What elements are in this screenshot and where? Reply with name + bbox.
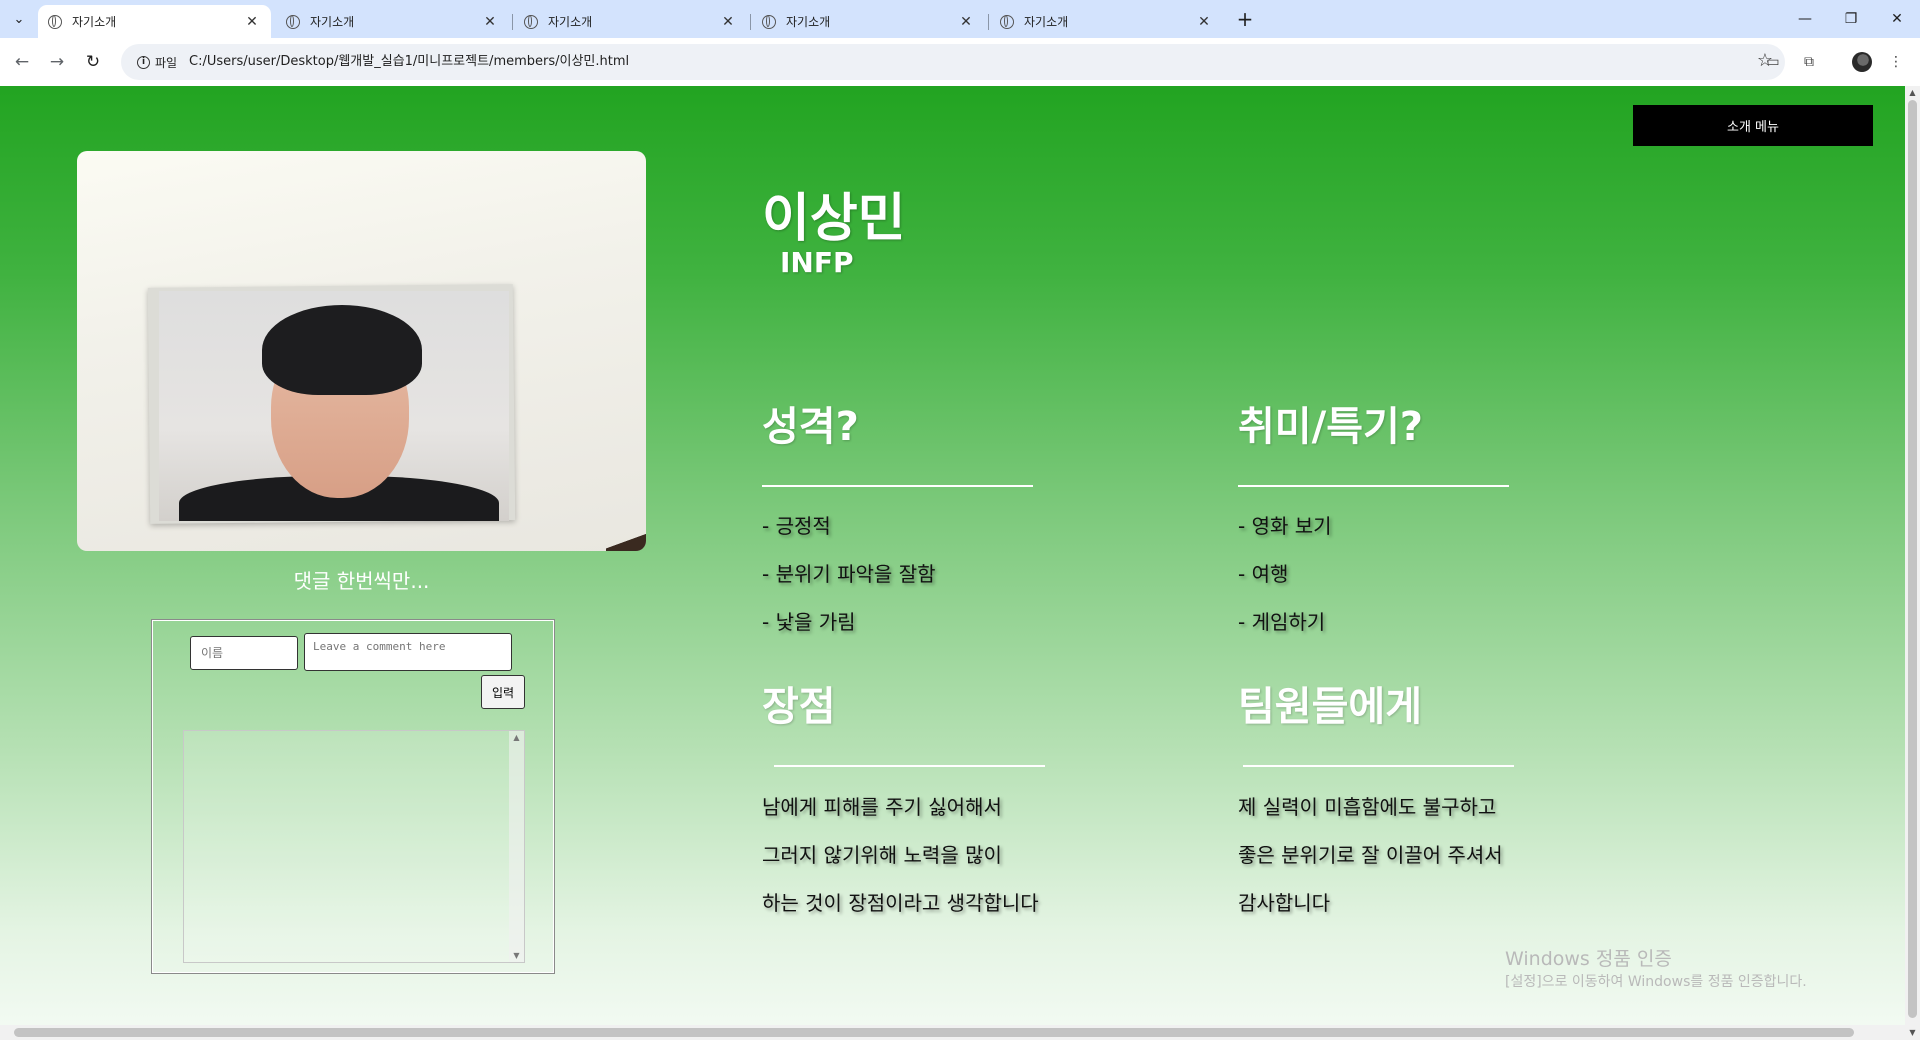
site-chip-label: 파일 bbox=[155, 55, 178, 70]
to-team-line: 감사합니다 bbox=[1238, 891, 1330, 915]
person-name: 이상민 bbox=[762, 189, 906, 249]
strengths-line: 남에게 피해를 주기 싫어해서 bbox=[762, 795, 1002, 819]
mbti-type: INFP bbox=[780, 246, 854, 279]
scroll-up-icon[interactable]: ▲ bbox=[1905, 86, 1920, 100]
address-bar[interactable]: i 파일 C:/Users/user/Desktop/웹개발_실습1/미니프로젝… bbox=[121, 44, 1785, 80]
tab-close-icon[interactable]: ✕ bbox=[481, 14, 499, 30]
globe-icon bbox=[1000, 14, 1014, 29]
back-arrow-icon[interactable]: ← bbox=[10, 50, 34, 74]
section-divider bbox=[1243, 765, 1514, 767]
strengths-line: 그러지 않기위해 노력을 많이 bbox=[762, 843, 1002, 867]
personality-title: 성격? bbox=[762, 404, 859, 450]
tab-title: 자기소개 bbox=[1024, 15, 1069, 29]
tab-close-icon[interactable]: ✕ bbox=[1195, 14, 1213, 30]
globe-icon bbox=[286, 14, 300, 29]
hobbies-line: - 게임하기 bbox=[1238, 610, 1326, 634]
more-menu-icon[interactable]: ⋮ bbox=[1884, 50, 1908, 74]
extensions-puzzle-icon[interactable]: ⧉ bbox=[1797, 50, 1821, 74]
intro-menu-button[interactable]: 소개 메뉴 bbox=[1633, 105, 1873, 146]
tab-search-chevron-icon[interactable]: ⌄ bbox=[7, 7, 31, 31]
scroll-down-icon[interactable]: ▼ bbox=[1905, 1026, 1920, 1040]
globe-icon bbox=[762, 14, 776, 29]
comment-list-scrollbar[interactable]: ▲ ▼ bbox=[509, 731, 524, 962]
restore-icon[interactable]: ❐ bbox=[1828, 0, 1874, 38]
windows-activation-subtitle: [설정]으로 이동하여 Windows를 정품 인증합니다. bbox=[1505, 974, 1807, 990]
comment-heading: 댓글 한번씩만... bbox=[293, 569, 430, 593]
minimize-icon[interactable]: — bbox=[1782, 0, 1828, 38]
tab-title: 자기소개 bbox=[72, 15, 117, 29]
hobbies-line: - 영화 보기 bbox=[1238, 514, 1332, 538]
browser-tab-1[interactable]: 자기소개 ✕ bbox=[38, 5, 271, 38]
personality-line: - 긍정적 bbox=[762, 514, 831, 538]
section-divider bbox=[762, 485, 1033, 487]
reload-icon[interactable]: ↻ bbox=[81, 50, 105, 74]
scroll-up-icon[interactable]: ▲ bbox=[509, 733, 524, 742]
comment-textarea[interactable] bbox=[304, 633, 512, 671]
window-close-icon[interactable]: ✕ bbox=[1874, 0, 1920, 38]
browser-tab-3[interactable]: 자기소개 ✕ bbox=[514, 5, 747, 38]
tab-strip: ⌄ 자기소개 ✕ 자기소개 ✕ 자기소개 ✕ 자기소개 ✕ 자기소개 ✕ + —… bbox=[0, 0, 1920, 38]
url-text[interactable]: C:/Users/user/Desktop/웹개발_실습1/미니프로젝트/mem… bbox=[189, 44, 629, 80]
new-tab-plus-icon[interactable]: + bbox=[1233, 7, 1257, 31]
personality-line: - 분위기 파악을 잘함 bbox=[762, 562, 936, 586]
scroll-thumb[interactable] bbox=[14, 1028, 1854, 1037]
section-divider bbox=[1238, 485, 1509, 487]
submit-button[interactable]: 입력 bbox=[481, 675, 525, 709]
tab-title: 자기소개 bbox=[548, 15, 593, 29]
tab-close-icon[interactable]: ✕ bbox=[243, 14, 261, 30]
globe-icon bbox=[48, 14, 62, 29]
tab-close-icon[interactable]: ✕ bbox=[719, 14, 737, 30]
scroll-down-icon[interactable]: ▼ bbox=[509, 951, 524, 960]
page-viewport: 소개 메뉴 댓글 한번씩만... 입력 ▲ ▼ 이상민 INFP 성격? - 긍… bbox=[0, 86, 1905, 1025]
scroll-thumb[interactable] bbox=[1908, 100, 1917, 1018]
tab-separator bbox=[512, 14, 513, 30]
personality-line: - 낯을 가림 bbox=[762, 610, 856, 634]
profile-avatar[interactable] bbox=[1852, 52, 1872, 72]
browser-tab-4[interactable]: 자기소개 ✕ bbox=[752, 5, 985, 38]
tab-close-icon[interactable]: ✕ bbox=[957, 14, 975, 30]
profile-photo bbox=[77, 151, 646, 551]
browser-tab-2[interactable]: 자기소개 ✕ bbox=[276, 5, 509, 38]
hobbies-line: - 여행 bbox=[1238, 562, 1289, 586]
media-cast-icon[interactable]: ▭ bbox=[1761, 50, 1785, 74]
info-icon: i bbox=[137, 55, 150, 69]
tab-separator bbox=[988, 14, 989, 30]
portrait-image bbox=[159, 291, 509, 521]
windows-activation-title: Windows 정품 인증 bbox=[1505, 948, 1672, 970]
browser-tab-5[interactable]: 자기소개 ✕ bbox=[990, 5, 1223, 38]
name-input[interactable] bbox=[190, 636, 298, 670]
comment-form: 입력 ▲ ▼ bbox=[151, 619, 555, 974]
page-vertical-scrollbar[interactable]: ▲ ▼ bbox=[1905, 86, 1920, 1040]
site-info-chip[interactable]: i 파일 bbox=[129, 50, 185, 74]
to-team-title: 팀원들에게 bbox=[1238, 684, 1422, 730]
section-divider bbox=[774, 765, 1045, 767]
tab-title: 자기소개 bbox=[786, 15, 831, 29]
page-horizontal-scrollbar[interactable] bbox=[0, 1025, 1905, 1040]
tab-separator bbox=[750, 14, 751, 30]
tab-title: 자기소개 bbox=[310, 15, 355, 29]
globe-icon bbox=[524, 14, 538, 29]
browser-toolbar: ← → ↻ i 파일 C:/Users/user/Desktop/웹개발_실습1… bbox=[0, 38, 1920, 86]
to-team-line: 좋은 분위기로 잘 이끌어 주셔서 bbox=[1238, 843, 1503, 867]
strengths-title: 장점 bbox=[762, 684, 836, 730]
forward-arrow-icon[interactable]: → bbox=[45, 50, 69, 74]
comment-list[interactable]: ▲ ▼ bbox=[183, 730, 525, 963]
hobbies-title: 취미/특기? bbox=[1238, 404, 1424, 450]
strengths-line: 하는 것이 장점이라고 생각합니다 bbox=[762, 891, 1039, 915]
to-team-line: 제 실력이 미흡함에도 불구하고 bbox=[1238, 795, 1497, 819]
